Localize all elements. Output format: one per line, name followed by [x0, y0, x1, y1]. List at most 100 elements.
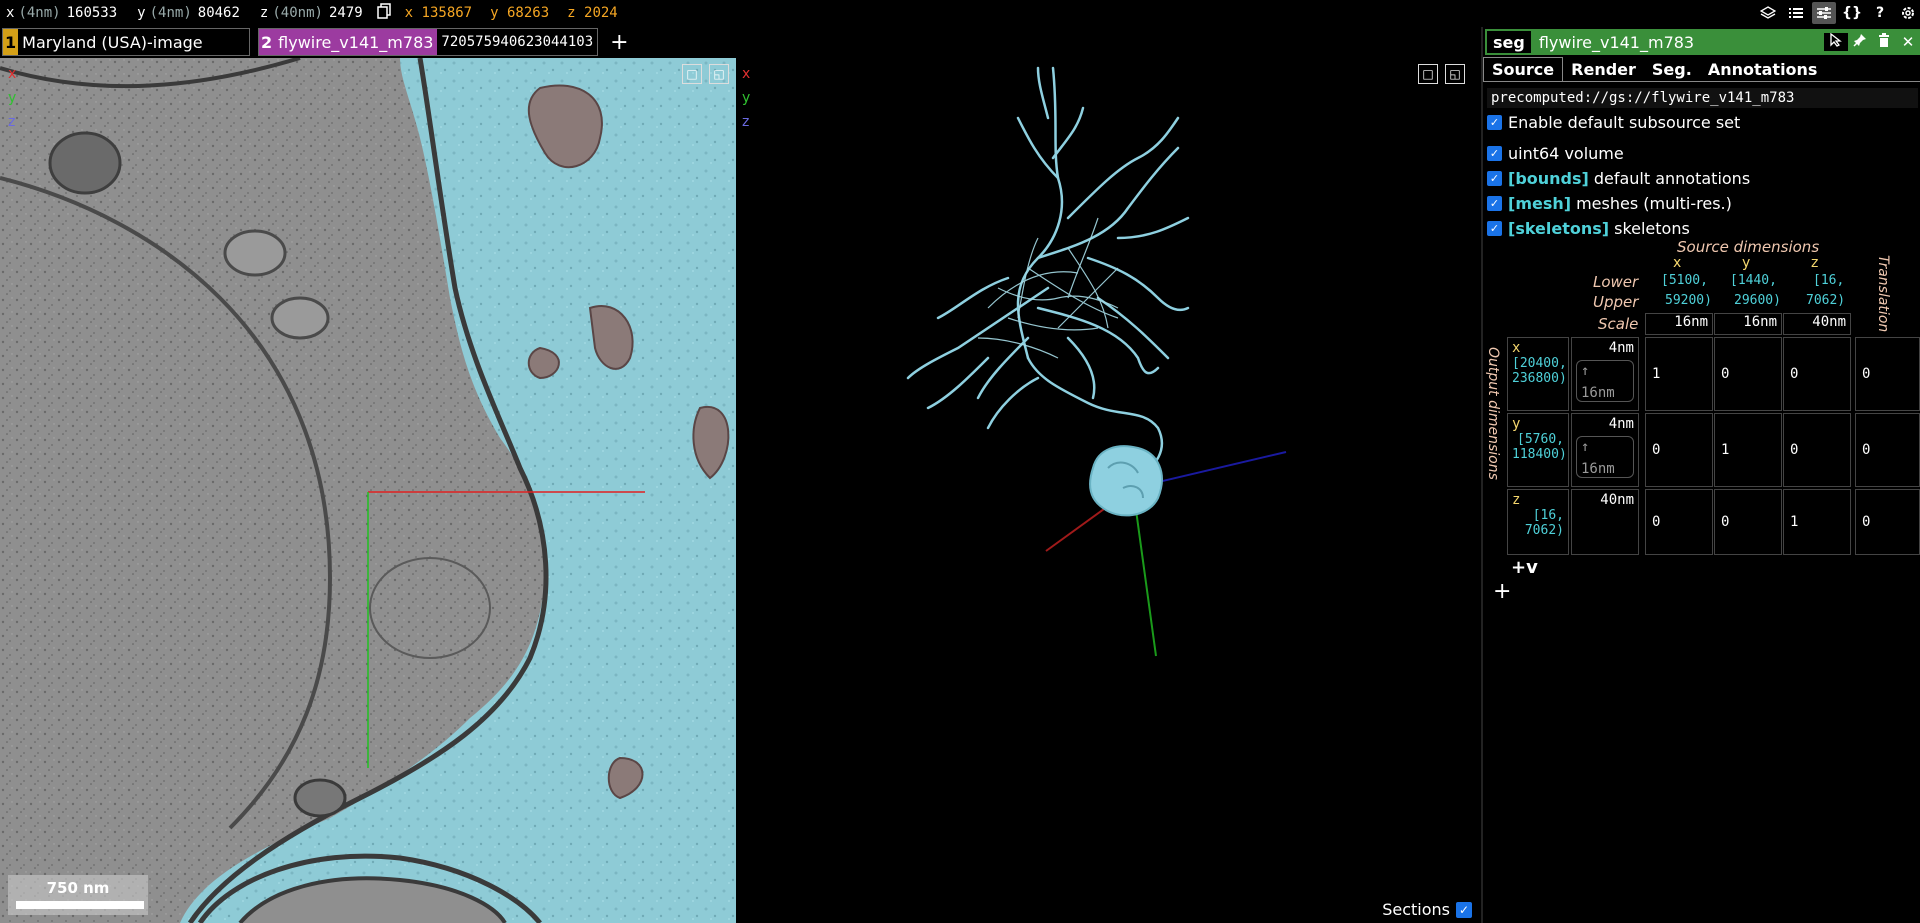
lower-label: Lower: [1593, 273, 1639, 291]
3d-view-panel[interactable]: x y z □ ◱ Sections ✓: [738, 58, 1478, 923]
subsource-checkbox[interactable]: ✓: [1487, 221, 1502, 236]
coord-value[interactable]: 2479: [329, 5, 363, 21]
add-layer-button[interactable]: +: [610, 30, 628, 55]
enable-default-checkbox[interactable]: ✓: [1487, 115, 1502, 130]
segment-id[interactable]: 720575940623044103: [437, 34, 597, 50]
subsource-row[interactable]: ✓ [bounds] default annotations: [1487, 168, 1920, 189]
subsource-label: default annotations: [1593, 169, 1751, 188]
source-upper: 29600): [1734, 293, 1781, 308]
layer-bar: 1 Maryland (USA)-image 2 flywire_v141_m7…: [0, 27, 1480, 57]
subsource-row[interactable]: ✓ [mesh] meshes (multi-res.): [1487, 193, 1920, 214]
scale-label: Scale: [1598, 315, 1639, 333]
axis-x-label: x: [8, 66, 17, 82]
source-scale[interactable]: 16nm: [1645, 313, 1713, 335]
tab-seg[interactable]: Seg.: [1644, 57, 1700, 81]
matrix-cell[interactable]: 1: [1714, 413, 1782, 487]
side-panel-header: seg flywire_v141_m783 ✕: [1485, 29, 1920, 55]
inherit-scale: 16nm: [1581, 461, 1615, 477]
slice-view-panel[interactable]: x y z □ ◱ 750 nm: [0, 58, 736, 923]
mouse-x: x 135867: [404, 4, 473, 21]
tab-annotations[interactable]: Annotations: [1700, 57, 1826, 81]
source-dim-name: y: [1742, 255, 1751, 271]
output-scale-cell[interactable]: 4nm ↑ 16nm: [1571, 413, 1639, 487]
matrix-cell[interactable]: 1: [1783, 489, 1851, 555]
axis-label: y: [137, 4, 146, 21]
layer-name: Maryland (USA)-image: [22, 32, 203, 52]
help-icon[interactable]: ?: [1868, 2, 1892, 24]
source-url-input[interactable]: precomputed://gs://flywire_v141_m783: [1487, 88, 1918, 108]
popout-panel-icon[interactable]: ◱: [709, 64, 729, 84]
translation-cell[interactable]: 0: [1855, 489, 1920, 555]
tab-source[interactable]: Source: [1483, 57, 1564, 81]
inherit-scale-box[interactable]: ↑ 16nm: [1576, 436, 1634, 478]
output-scale[interactable]: 4nm: [1576, 416, 1634, 432]
source-scale[interactable]: 16nm: [1714, 313, 1782, 335]
layer-title[interactable]: flywire_v141_m783: [1531, 33, 1824, 52]
arrow-up-icon: ↑: [1581, 439, 1590, 455]
subsource-checkbox[interactable]: ✓: [1487, 146, 1502, 161]
inherit-scale-box[interactable]: ↑ 16nm: [1576, 360, 1634, 402]
subsource-checkbox[interactable]: ✓: [1487, 196, 1502, 211]
output-dim-name: x: [1512, 340, 1521, 356]
output-scale-cell[interactable]: 40nm: [1571, 489, 1639, 555]
mouse-z: z 2024: [567, 4, 618, 21]
translation-cell[interactable]: 0: [1855, 413, 1920, 487]
subsource-checkbox[interactable]: ✓: [1487, 171, 1502, 186]
axis-label: z: [259, 4, 269, 21]
source-scale[interactable]: 40nm: [1783, 313, 1851, 335]
subsource-row[interactable]: ✓ [skeletons] skeletons: [1487, 218, 1920, 239]
neuron-mesh: [906, 66, 1287, 657]
matrix-cell[interactable]: 0: [1714, 489, 1782, 555]
output-dim-cell[interactable]: z [16, 7062): [1507, 489, 1569, 555]
subsource-row[interactable]: ✓ uint64 volume: [1487, 143, 1920, 164]
close-icon[interactable]: ✕: [1896, 33, 1920, 51]
output-dim-cell[interactable]: y [5760, 118400): [1507, 413, 1569, 487]
axis-unit: (4nm): [149, 4, 192, 21]
matrix-cell[interactable]: 1: [1645, 337, 1713, 411]
source-dim-name: x: [1673, 255, 1682, 271]
output-dim-cell[interactable]: x [20400, 236800): [1507, 337, 1569, 411]
coord-y[interactable]: y (4nm) 80462: [137, 5, 254, 21]
braces-icon[interactable]: {}: [1840, 2, 1864, 24]
trash-icon[interactable]: [1872, 33, 1896, 51]
axis-label: x: [6, 4, 15, 21]
enable-default-subsource-row[interactable]: ✓ Enable default subsource set: [1487, 112, 1920, 133]
output-scale[interactable]: 40nm: [1576, 492, 1634, 508]
pin-icon[interactable]: [1848, 33, 1872, 51]
coord-value[interactable]: 160533: [67, 5, 118, 21]
coord-x[interactable]: x (4nm) 160533: [6, 5, 131, 21]
output-scale[interactable]: 4nm: [1576, 340, 1634, 356]
output-range: [16,: [1532, 508, 1564, 523]
source-lower: [16,: [1813, 273, 1845, 288]
output-scale-cell[interactable]: 4nm ↑ 16nm: [1571, 337, 1639, 411]
subsource-label: uint64 volume: [1508, 144, 1624, 163]
matrix-cell[interactable]: 0: [1645, 413, 1713, 487]
upper-label: Upper: [1593, 293, 1639, 311]
matrix-cell[interactable]: 0: [1783, 337, 1851, 411]
output-range: 236800): [1512, 371, 1567, 386]
coord-z[interactable]: z (40nm) 2479: [260, 5, 377, 21]
top-bar: x (4nm) 160533 y (4nm) 80462 z (40nm) 24…: [0, 0, 1920, 25]
sliders-icon[interactable]: [1812, 1, 1836, 24]
copy-icon[interactable]: [376, 2, 391, 23]
sections-toggle[interactable]: Sections ✓: [1382, 900, 1472, 919]
source-lower: [5100,: [1661, 273, 1708, 288]
axis-unit: (4nm): [18, 4, 61, 21]
translation-cell[interactable]: 0: [1855, 337, 1920, 411]
coord-value[interactable]: 80462: [198, 5, 240, 21]
list-icon[interactable]: [1784, 2, 1808, 24]
matrix-cell[interactable]: 0: [1783, 413, 1851, 487]
layer-tab-segmentation[interactable]: 2 flywire_v141_m783 720575940623044103: [258, 28, 599, 56]
add-output-dimension-button[interactable]: +v: [1511, 557, 1538, 578]
add-source-button[interactable]: +: [1493, 579, 1511, 604]
pointer-icon[interactable]: [1824, 32, 1848, 51]
matrix-cell[interactable]: 0: [1645, 489, 1713, 555]
maximize-panel-icon[interactable]: □: [682, 64, 702, 84]
layers-icon[interactable]: [1756, 2, 1780, 24]
layer-tab-image[interactable]: 1 Maryland (USA)-image: [2, 28, 250, 56]
sections-checkbox[interactable]: ✓: [1456, 901, 1472, 918]
settings-icon[interactable]: [1896, 2, 1920, 24]
matrix-cell[interactable]: 0: [1714, 337, 1782, 411]
sections-label: Sections: [1382, 900, 1450, 919]
tab-render[interactable]: Render: [1563, 57, 1644, 81]
